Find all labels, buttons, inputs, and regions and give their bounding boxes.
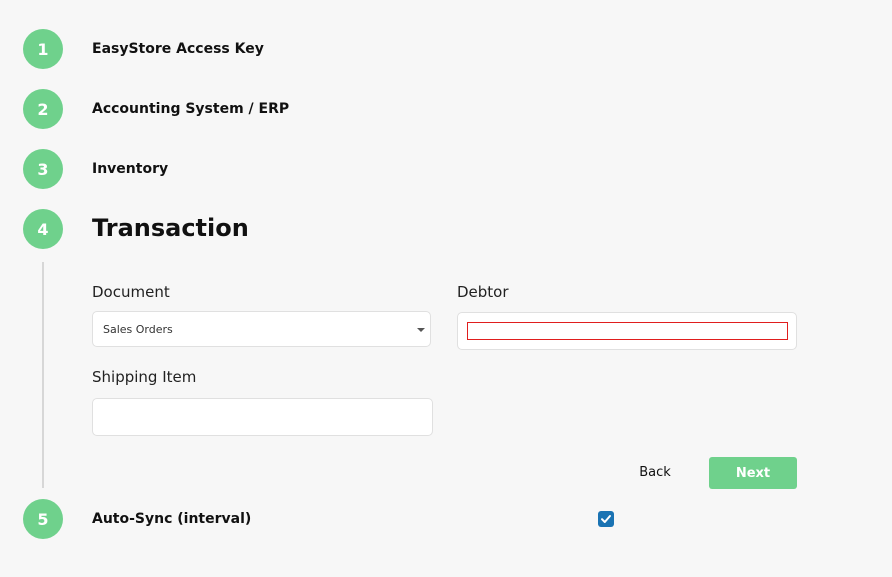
- step-1-title[interactable]: EasyStore Access Key: [92, 41, 264, 57]
- debtor-field-container: [457, 312, 797, 350]
- shipping-item-label: Shipping Item: [92, 368, 197, 386]
- step-3-number: 3: [37, 159, 49, 179]
- next-button[interactable]: Next: [709, 457, 797, 489]
- step-3-title[interactable]: Inventory: [92, 161, 168, 177]
- shipping-item-input[interactable]: [92, 398, 433, 436]
- step-5-indicator: 5: [23, 499, 63, 539]
- document-select[interactable]: Sales Orders: [92, 311, 431, 347]
- step-1-number: 1: [37, 39, 49, 59]
- step-4-number: 4: [37, 219, 49, 239]
- step-2-title[interactable]: Accounting System / ERP: [92, 101, 289, 117]
- document-select-value: Sales Orders: [103, 323, 173, 336]
- step-4-indicator: 4: [23, 209, 63, 249]
- caret-down-icon: [417, 328, 425, 332]
- debtor-label: Debtor: [457, 283, 509, 301]
- step-4-title: Transaction: [92, 214, 249, 242]
- debtor-input[interactable]: [467, 322, 788, 340]
- step-2-number: 2: [37, 99, 49, 119]
- step-2-indicator: 2: [23, 89, 63, 129]
- step-connector-line: [42, 262, 44, 488]
- checkmark-icon: [601, 515, 611, 523]
- step-3-indicator: 3: [23, 149, 63, 189]
- step-5-number: 5: [37, 509, 49, 529]
- step-5-title[interactable]: Auto-Sync (interval): [92, 511, 251, 527]
- document-label: Document: [92, 283, 170, 301]
- auto-sync-checkbox[interactable]: [598, 511, 614, 527]
- back-button[interactable]: Back: [630, 459, 680, 485]
- step-1-indicator: 1: [23, 29, 63, 69]
